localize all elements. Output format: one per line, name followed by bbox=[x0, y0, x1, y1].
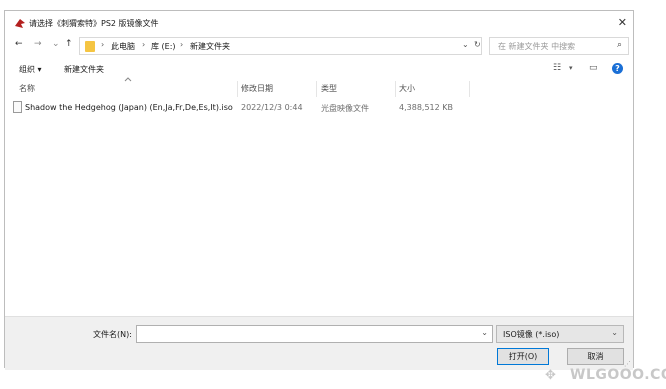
breadcrumb-sep-icon: › bbox=[180, 40, 184, 49]
navigation-row: ← → ⌄ ↑ › 此电脑 › 库 (E:) › 新建文件夹 ⌄ ↻ 在 新建文… bbox=[5, 37, 633, 55]
filename-label: 文件名(N): bbox=[93, 330, 132, 339]
breadcrumb-sep-icon: › bbox=[101, 40, 105, 49]
file-size: 4,388,512 KB bbox=[399, 103, 453, 112]
chevron-down-icon[interactable]: ⌄ bbox=[481, 328, 488, 337]
search-box[interactable]: 在 新建文件夹 中搜索 ⌕ bbox=[489, 37, 629, 55]
file-type-select[interactable]: ISO镜像 (*.iso) ⌄ bbox=[496, 325, 624, 343]
up-icon[interactable]: ↑ bbox=[65, 39, 73, 49]
column-divider[interactable] bbox=[237, 81, 238, 97]
file-type: 光盘映像文件 bbox=[321, 104, 369, 113]
command-bar: 组织 ▾ 新建文件夹 ☷ ▾ ▭ ? bbox=[5, 59, 633, 79]
search-icon[interactable]: ⌕ bbox=[617, 40, 622, 50]
watermark: ✥ WLGOOO.COM bbox=[543, 364, 666, 386]
column-header-date[interactable]: 修改日期 bbox=[241, 83, 273, 94]
preview-pane-icon[interactable]: ▭ bbox=[589, 63, 598, 73]
disc-image-file-icon bbox=[13, 101, 22, 113]
column-divider[interactable] bbox=[469, 81, 470, 97]
breadcrumb-folder[interactable]: 新建文件夹 bbox=[190, 41, 230, 52]
breadcrumb-sep-icon: › bbox=[142, 40, 146, 49]
organize-button[interactable]: 组织 ▾ bbox=[19, 64, 42, 75]
new-folder-button[interactable]: 新建文件夹 bbox=[64, 64, 104, 75]
back-icon[interactable]: ← bbox=[15, 39, 23, 49]
search-placeholder: 在 新建文件夹 中搜索 bbox=[498, 42, 576, 51]
file-row[interactable]: Shadow the Hedgehog (Japan) (En,Ja,Fr,De… bbox=[13, 100, 453, 116]
column-header-size[interactable]: 大小 bbox=[399, 83, 415, 94]
address-bar[interactable]: › 此电脑 › 库 (E:) › 新建文件夹 ⌄ ↻ bbox=[79, 37, 482, 55]
watermark-text: WLGOOO.COM bbox=[570, 367, 666, 383]
watermark-logo-icon: ✥ bbox=[545, 368, 556, 383]
chevron-down-icon: ⌄ bbox=[611, 328, 618, 337]
column-divider[interactable] bbox=[395, 81, 396, 97]
title-bar: 请选择《刺猬索特》PS2 版镜像文件 ✕ bbox=[5, 11, 633, 35]
filename-input[interactable]: ⌄ bbox=[136, 325, 493, 343]
breadcrumb-drive[interactable]: 库 (E:) bbox=[151, 41, 176, 52]
chevron-down-icon[interactable]: ⌄ bbox=[462, 40, 469, 49]
cancel-button[interactable]: 取消 bbox=[567, 348, 624, 365]
recent-locations-icon[interactable]: ⌄ bbox=[52, 39, 60, 49]
folder-icon bbox=[85, 41, 95, 52]
dialog-footer: 文件名(N): ⌄ ISO镜像 (*.iso) ⌄ 打开(O) 取消 ⋰ bbox=[5, 316, 633, 370]
column-header-name[interactable]: 名称 bbox=[19, 83, 35, 94]
file-date: 2022/12/3 0:44 bbox=[241, 103, 303, 112]
close-icon[interactable]: ✕ bbox=[618, 16, 627, 29]
file-name: Shadow the Hedgehog (Japan) (En,Ja,Fr,De… bbox=[25, 103, 233, 112]
forward-icon[interactable]: → bbox=[34, 39, 42, 49]
window-title: 请选择《刺猬索特》PS2 版镜像文件 bbox=[29, 19, 159, 28]
file-open-dialog: 请选择《刺猬索特》PS2 版镜像文件 ✕ ← → ⌄ ↑ › 此电脑 › 库 (… bbox=[4, 10, 634, 370]
breadcrumb-this-pc[interactable]: 此电脑 bbox=[111, 41, 135, 52]
app-icon bbox=[15, 19, 25, 28]
view-dropdown-icon[interactable]: ▾ bbox=[569, 64, 573, 72]
open-button[interactable]: 打开(O) bbox=[497, 348, 549, 365]
help-icon[interactable]: ? bbox=[612, 63, 623, 74]
view-options-icon[interactable]: ☷ bbox=[553, 63, 561, 73]
column-header-type[interactable]: 类型 bbox=[321, 83, 337, 94]
column-divider[interactable] bbox=[316, 81, 317, 97]
refresh-icon[interactable]: ↻ bbox=[474, 40, 481, 49]
sort-ascending-icon bbox=[124, 77, 132, 82]
file-type-value: ISO镜像 (*.iso) bbox=[503, 330, 560, 339]
